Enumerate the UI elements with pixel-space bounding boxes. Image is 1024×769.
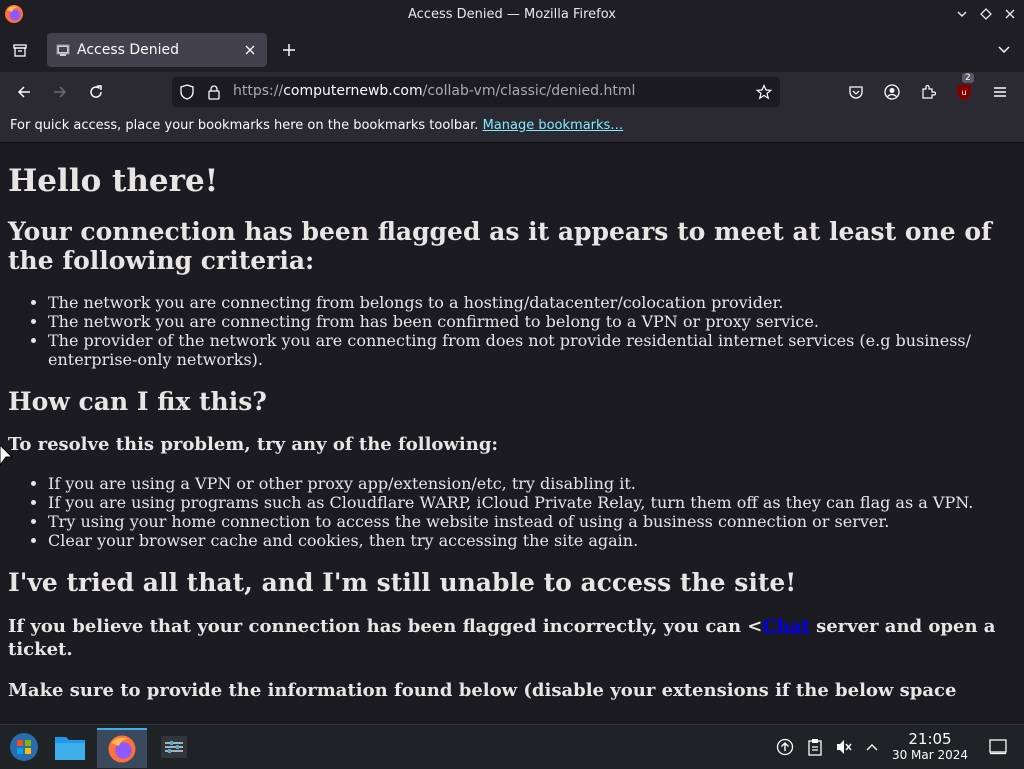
url-bar[interactable]: https://computernewb.com/collab-vm/class…: [172, 77, 780, 107]
clipboard-icon[interactable]: [805, 737, 825, 757]
forward-arrow-icon[interactable]: [46, 78, 74, 106]
clock-time: 21:05: [908, 730, 952, 748]
account-icon[interactable]: [878, 78, 906, 106]
firefox-logo-icon: [5, 5, 23, 23]
incorrect-flag-paragraph: If you believe that your connection has …: [8, 616, 996, 660]
chat-link[interactable]: Chat: [762, 616, 809, 637]
ublock-origin-icon[interactable]: u 2: [950, 73, 978, 106]
file-manager-icon[interactable]: [48, 728, 92, 766]
list-item: Clear your browser cache and cookies, th…: [48, 531, 1016, 550]
extensions-puzzle-icon[interactable]: [914, 78, 942, 106]
criteria-list: The network you are connecting from belo…: [8, 293, 1016, 369]
bookmarks-hint-text: For quick access, place your bookmarks h…: [10, 118, 479, 133]
page-content: Hello there! Your connection has been fl…: [0, 143, 1024, 724]
minimize-icon[interactable]: [950, 0, 974, 28]
show-desktop-icon[interactable]: [988, 737, 1008, 757]
list-item: Try using your home connection to access…: [48, 512, 1016, 531]
fixes-list: If you are using a VPN or other proxy ap…: [8, 474, 1016, 550]
flagged-heading: Your connection has been flagged as it a…: [8, 217, 992, 275]
firefox-taskbar-icon[interactable]: [97, 728, 147, 768]
list-item: The network you are connecting from belo…: [48, 293, 1016, 312]
svg-text:u: u: [961, 88, 966, 97]
update-notifier-icon[interactable]: [775, 737, 795, 757]
taskbar: 21:05 30 Mar 2024: [0, 724, 1024, 769]
list-item: If you are using a VPN or other proxy ap…: [48, 474, 1016, 493]
still-unable-heading: I've tried all that, and I'm still unabl…: [8, 568, 797, 597]
resolve-heading: To resolve this problem, try any of the …: [8, 434, 499, 455]
back-arrow-icon[interactable]: [10, 78, 38, 106]
pocket-icon[interactable]: [842, 78, 870, 106]
close-window-icon[interactable]: [998, 0, 1022, 28]
fix-heading: How can I fix this?: [8, 387, 267, 416]
clock-date: 30 Mar 2024: [891, 748, 969, 762]
maximize-icon[interactable]: [974, 0, 998, 28]
app-menu-hamburger-icon[interactable]: [986, 78, 1014, 106]
tab-list-archive-icon[interactable]: [6, 36, 34, 64]
page-heading: Hello there!: [8, 163, 219, 199]
extension-badge: 2: [962, 73, 974, 83]
window-titlebar: Access Denied — Mozilla Firefox: [0, 0, 1024, 28]
reload-icon[interactable]: [82, 78, 110, 106]
mouse-pointer-icon: [0, 445, 14, 466]
bookmark-star-icon[interactable]: [756, 84, 772, 100]
site-favicon-icon: [56, 44, 70, 56]
window-title: Access Denied — Mozilla Firefox: [408, 6, 616, 22]
list-item: If you are using programs such as Cloudf…: [48, 493, 1016, 512]
tab-access-denied[interactable]: Access Denied: [47, 33, 267, 67]
clock[interactable]: 21:05 30 Mar 2024: [890, 730, 970, 763]
system-settings-icon[interactable]: [152, 728, 196, 766]
list-all-tabs-chevron-icon[interactable]: [990, 36, 1018, 64]
list-item: The provider of the network you are conn…: [48, 331, 1016, 369]
info-paragraph: Make sure to provide the information fou…: [8, 680, 957, 701]
navigation-toolbar: https://computernewb.com/collab-vm/class…: [0, 72, 1024, 112]
tab-bar: Access Denied: [0, 28, 1024, 72]
new-tab-plus-icon[interactable]: [275, 36, 303, 64]
start-menu-icon[interactable]: [2, 728, 46, 766]
bookmarks-toolbar: For quick access, place your bookmarks h…: [0, 112, 1024, 143]
volume-muted-icon[interactable]: [834, 737, 854, 757]
tab-label: Access Denied: [77, 42, 180, 58]
padlock-icon[interactable]: [206, 84, 222, 100]
url-text[interactable]: https://computernewb.com/collab-vm/class…: [233, 83, 635, 99]
close-tab-icon[interactable]: [239, 39, 261, 61]
show-hidden-icons-chevron-icon[interactable]: [862, 737, 882, 757]
list-item: The network you are connecting from has …: [48, 312, 1016, 331]
manage-bookmarks-link[interactable]: Manage bookmarks…: [483, 118, 624, 133]
tracking-protection-shield-icon[interactable]: [179, 84, 195, 100]
